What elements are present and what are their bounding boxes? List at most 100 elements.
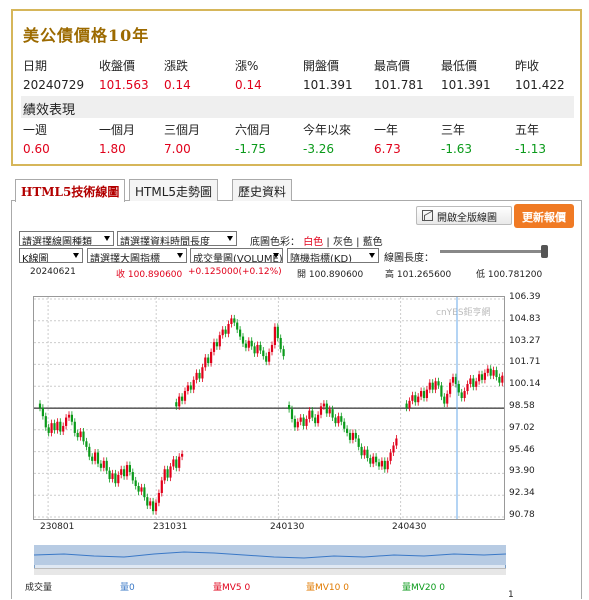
candle-body bbox=[417, 396, 420, 403]
perf-title-row: 績效表現 bbox=[21, 96, 574, 118]
candle-body bbox=[314, 417, 317, 424]
chart-type-select[interactable]: 請選擇線圖種類 bbox=[19, 231, 114, 246]
volume-indicator-select[interactable]: 成交量圖(VOLUME) bbox=[190, 248, 283, 263]
candle-body bbox=[102, 460, 105, 468]
quote-panel: 美公債價格10年 日期 收盤價 漲跌 漲% 開盤價 最高價 最低價 昨收 202… bbox=[11, 9, 582, 166]
candle-body bbox=[472, 378, 475, 387]
candle-body bbox=[328, 409, 331, 414]
candle-body bbox=[181, 453, 184, 457]
candle-body bbox=[108, 470, 111, 480]
candle-body bbox=[311, 410, 314, 418]
candle-body bbox=[227, 323, 230, 334]
candle-body bbox=[265, 356, 268, 362]
candle-body bbox=[143, 487, 146, 498]
candle-body bbox=[70, 414, 73, 422]
candle-body bbox=[212, 342, 216, 352]
perf-value-row: 0.60 1.80 7.00 -1.75 -3.26 6.73 -1.63 -1… bbox=[21, 138, 574, 160]
candle-body bbox=[76, 432, 79, 438]
update-quote-button[interactable]: 更新報價 bbox=[514, 204, 574, 228]
candle-body bbox=[377, 462, 381, 467]
chart-kind-select[interactable]: K線圖 bbox=[19, 248, 83, 263]
chart-length-slider[interactable] bbox=[440, 250, 546, 253]
header-change-pct: 漲% bbox=[235, 59, 259, 73]
candle-body bbox=[183, 391, 187, 401]
candle-body bbox=[498, 377, 501, 383]
perf-value-ytd: -3.26 bbox=[303, 142, 335, 156]
candle-body bbox=[422, 391, 426, 399]
candle-body bbox=[215, 342, 218, 347]
candlestick-chart[interactable]: cnYES鉅亨網 bbox=[33, 296, 507, 520]
candle-body bbox=[114, 473, 117, 484]
candle-body bbox=[469, 378, 472, 385]
candle-body bbox=[296, 421, 299, 428]
info-low: 低 100.781200 bbox=[476, 270, 543, 280]
header-low: 最低價 bbox=[441, 59, 478, 73]
chart-length-slider-handle[interactable] bbox=[541, 245, 548, 258]
perf-header-5y: 五年 bbox=[515, 123, 540, 137]
candle-body bbox=[259, 344, 262, 351]
candle-body bbox=[428, 382, 431, 390]
tab-history[interactable]: 歷史資料 bbox=[232, 179, 293, 201]
candle-body bbox=[449, 382, 452, 394]
range-navigator-selection[interactable] bbox=[33, 545, 507, 565]
range-scrollbar[interactable] bbox=[34, 568, 506, 575]
candle-body bbox=[53, 423, 56, 431]
candle-body bbox=[41, 407, 44, 417]
open-full-chart-button[interactable]: 開啟全版線圖 bbox=[416, 206, 512, 225]
bg-gray-link[interactable]: 灰色 bbox=[333, 237, 353, 248]
candle-body bbox=[340, 416, 343, 422]
candle-body bbox=[443, 396, 446, 404]
candle-body bbox=[236, 322, 239, 330]
candle-body bbox=[343, 421, 346, 429]
candle-body bbox=[346, 428, 349, 433]
candle-body bbox=[389, 452, 392, 461]
y-tick-label: 104.83 bbox=[509, 313, 541, 324]
main-indicator-select[interactable]: 請選擇大圖指標 bbox=[87, 248, 187, 263]
tab-html5-trend[interactable]: HTML5走勢圖 bbox=[129, 179, 219, 201]
perf-header-ytd: 今年以來 bbox=[303, 123, 352, 137]
candle-body bbox=[360, 446, 363, 456]
bg-color-label: 底圖色彩： bbox=[250, 237, 300, 248]
candle-body bbox=[366, 449, 369, 459]
candle-body bbox=[273, 326, 276, 345]
perf-header-3y: 三年 bbox=[441, 123, 466, 137]
value-low: 101.391 bbox=[441, 78, 491, 92]
candle-body bbox=[111, 473, 114, 480]
candle-body bbox=[475, 381, 478, 387]
candle-body bbox=[268, 351, 271, 362]
value-change-pct: 0.14 bbox=[235, 78, 262, 92]
candle-body bbox=[299, 417, 302, 422]
candle-body bbox=[67, 414, 71, 418]
chart-length-label: 線圖長度： bbox=[384, 253, 434, 264]
candle-body bbox=[175, 402, 178, 407]
value-high: 101.781 bbox=[374, 78, 424, 92]
candle-body bbox=[411, 395, 414, 401]
candle-body bbox=[460, 392, 463, 399]
x-tick-label: 231031 bbox=[153, 522, 188, 532]
candle-body bbox=[169, 466, 172, 478]
candle-body bbox=[221, 329, 224, 336]
candle-body bbox=[446, 393, 449, 404]
y-tick-label: 90.78 bbox=[509, 510, 535, 520]
candle-body bbox=[152, 501, 155, 512]
perf-header-3m: 三個月 bbox=[164, 123, 201, 137]
candle-body bbox=[322, 403, 325, 407]
perf-value-1y: 6.73 bbox=[374, 142, 401, 156]
value-close: 101.563 bbox=[99, 78, 149, 92]
stoch-indicator-select[interactable]: 隨機指標(KD) bbox=[287, 248, 379, 263]
candle-body bbox=[230, 318, 233, 324]
candle-body bbox=[38, 403, 42, 408]
candle-body bbox=[154, 502, 158, 512]
bg-white-link[interactable]: 白色 bbox=[303, 237, 323, 248]
y-tick-label: 106.39 bbox=[509, 292, 541, 302]
candle-body bbox=[207, 357, 210, 364]
period-select[interactable]: 請選擇資料時間長度 bbox=[117, 231, 237, 246]
candle-body bbox=[105, 460, 108, 471]
bg-blue-link[interactable]: 藍色 bbox=[363, 237, 383, 248]
candle-body bbox=[290, 409, 294, 419]
tab-html5-technical[interactable]: HTML5技術線圖 bbox=[15, 179, 126, 202]
value-change: 0.14 bbox=[164, 78, 191, 92]
candle-body bbox=[480, 374, 484, 380]
candle-body bbox=[192, 379, 195, 390]
candle-body bbox=[47, 427, 50, 433]
